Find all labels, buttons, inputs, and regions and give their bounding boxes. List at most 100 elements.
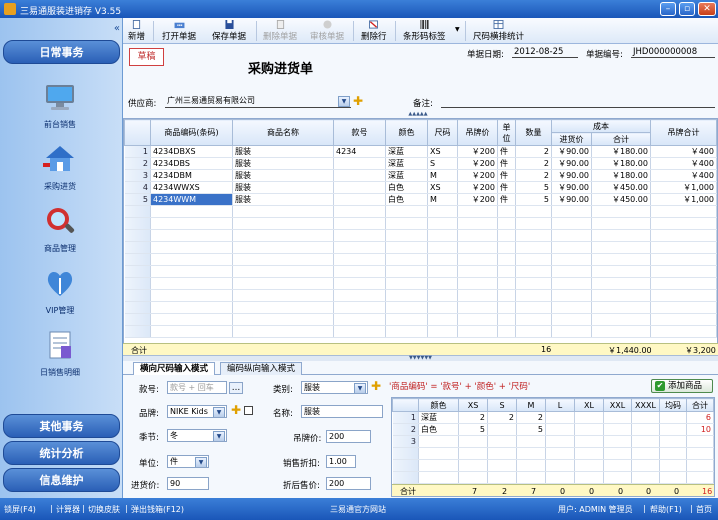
cell-tagsum[interactable]: ￥1,000 — [650, 193, 717, 206]
cell-qty[interactable]: 5 — [515, 193, 552, 206]
cell-style[interactable] — [333, 169, 386, 182]
cell-size-qty[interactable]: 2 — [516, 411, 546, 424]
chevron-down-icon[interactable]: ▼ — [213, 407, 225, 417]
cell-size-qty[interactable] — [458, 435, 488, 448]
chevron-down-icon[interactable]: ▼ — [213, 431, 225, 441]
cell-size-qty[interactable]: 2 — [487, 411, 517, 424]
delete-doc-button[interactable]: 删除单据 — [261, 20, 299, 42]
row-number[interactable]: 1 — [392, 411, 419, 424]
cell-qty[interactable]: 2 — [515, 145, 552, 158]
cell-color[interactable]: 深蓝 — [418, 411, 459, 424]
table-row[interactable]: 3 4234DBM 服装 深蓝 M ￥200 件 2 ￥90.00 ￥180.00 ￥400 — [124, 169, 717, 182]
maximize-button[interactable]: ▫ — [679, 2, 695, 16]
discount-input[interactable]: 1.00 — [326, 455, 356, 468]
cell-size-qty[interactable] — [659, 423, 687, 436]
cell-code[interactable]: 4234DBS — [150, 157, 233, 170]
row-number[interactable]: 5 — [124, 193, 151, 206]
table-row[interactable]: 4 4234WWXS 服装 白色 XS ￥200 件 5 ￥90.00 ￥450.00 ￥1,000 — [124, 181, 717, 194]
column-header[interactable]: 进货价 — [551, 132, 592, 146]
size-stats-button[interactable]: 尺码横排统计 — [471, 20, 526, 42]
cell-qty[interactable]: 2 — [515, 169, 552, 182]
style-input[interactable]: 款号 + 回车 — [167, 381, 227, 394]
sidebar-item-pos[interactable]: 前台销售 — [10, 80, 110, 130]
cell-qty[interactable]: 2 — [515, 157, 552, 170]
column-header[interactable]: M — [516, 398, 546, 412]
cell-size-qty[interactable] — [686, 435, 714, 448]
cell-sum[interactable]: ￥180.00 — [591, 157, 651, 170]
column-header[interactable]: S — [487, 398, 517, 412]
cell-price[interactable]: ￥90.00 — [551, 157, 592, 170]
brand-checkbox[interactable] — [244, 406, 253, 415]
cell-style[interactable] — [333, 181, 386, 194]
column-header[interactable]: XS — [458, 398, 488, 412]
cell-size-qty[interactable] — [516, 435, 546, 448]
cell-size-qty[interactable] — [574, 435, 604, 448]
tab-horizontal[interactable]: 横向尺码输入模式 — [133, 362, 216, 376]
sidebar-header-info[interactable]: 信息维护 — [3, 468, 120, 492]
cell-color[interactable]: 深蓝 — [385, 169, 428, 182]
official-site-link[interactable]: 三易通官方网站 — [330, 504, 386, 515]
cell-tag[interactable]: ￥200 — [457, 181, 498, 194]
column-header[interactable]: 尺码 — [427, 119, 458, 146]
cell-code[interactable]: 4234WWM — [150, 193, 233, 206]
goods-name-input[interactable]: 服装 — [301, 405, 383, 418]
sidebar-header-stats[interactable]: 统计分析 — [3, 441, 120, 465]
cell-unit[interactable]: 件 — [497, 145, 516, 158]
cell-color[interactable]: 白色 — [385, 193, 428, 206]
cell-name[interactable]: 服装 — [232, 181, 334, 194]
cell-size-qty[interactable]: 10 — [686, 423, 714, 436]
column-header[interactable]: 款号 — [333, 119, 386, 146]
table-row[interactable]: 2 4234DBS 服装 深蓝 S ￥200 件 2 ￥90.00 ￥180.00 ￥400 — [124, 157, 717, 170]
cell-sum[interactable]: ￥450.00 — [591, 193, 651, 206]
column-header[interactable]: L — [545, 398, 575, 412]
cell-unit[interactable]: 件 — [497, 157, 516, 170]
lock-screen-link[interactable]: 锁屏(F4) — [4, 504, 36, 515]
cell-name[interactable]: 服装 — [232, 169, 334, 182]
cell-size-qty[interactable]: 6 — [686, 411, 714, 424]
save-button[interactable]: 保存单据 — [210, 20, 248, 42]
tag-price-input[interactable]: 200 — [326, 430, 371, 443]
add-supplier-icon[interactable]: ✚ — [353, 94, 363, 108]
season-select[interactable]: 冬 ▼ — [167, 429, 227, 442]
cell-size-qty[interactable] — [545, 411, 575, 424]
row-number[interactable]: 1 — [124, 145, 151, 158]
table-row[interactable]: 1 深蓝 2 2 2 6 — [392, 411, 714, 424]
column-header[interactable]: 商品编码(条码) — [150, 119, 233, 146]
column-header[interactable]: XL — [574, 398, 604, 412]
new-button[interactable]: 新增 — [126, 20, 147, 42]
barcode-dropdown-icon[interactable]: ▼ — [455, 26, 460, 33]
row-number[interactable]: 2 — [392, 423, 419, 436]
cell-tagsum[interactable]: ￥400 — [650, 157, 717, 170]
minimize-button[interactable]: – — [660, 2, 676, 16]
cell-size-qty[interactable] — [631, 435, 660, 448]
row-number[interactable]: 2 — [124, 157, 151, 170]
row-number[interactable]: 3 — [392, 435, 419, 448]
cell-code[interactable]: 4234WWXS — [150, 181, 233, 194]
cell-size-qty[interactable]: 5 — [516, 423, 546, 436]
column-header[interactable]: 单位 — [497, 119, 516, 146]
cell-name[interactable]: 服装 — [232, 193, 334, 206]
column-header[interactable]: 颜色 — [385, 119, 428, 146]
sidebar-header-daily[interactable]: 日常事务 — [3, 40, 120, 64]
cell-name[interactable]: 服装 — [232, 145, 334, 158]
column-header[interactable]: 吊牌价 — [457, 119, 498, 146]
brand-select[interactable]: NIKE Kids ▼ — [167, 405, 227, 418]
column-header[interactable]: 吊牌合计 — [650, 119, 717, 146]
add-category-icon[interactable]: ✚ — [371, 379, 381, 393]
category-select[interactable]: 服装 ▼ — [301, 381, 368, 394]
cell-tagsum[interactable]: ￥400 — [650, 145, 717, 158]
cell-size-qty[interactable] — [545, 423, 575, 436]
chevron-down-icon[interactable]: ▼ — [195, 457, 207, 467]
cell-size-qty[interactable] — [659, 435, 687, 448]
cell-unit[interactable]: 件 — [497, 169, 516, 182]
cell-price[interactable]: ￥90.00 — [551, 193, 592, 206]
column-header[interactable]: 颜色 — [418, 398, 459, 412]
chevron-down-icon[interactable]: ▼ — [354, 383, 366, 393]
sidebar-item-goods[interactable]: 商品管理 — [10, 204, 110, 254]
cell-size-qty[interactable] — [603, 435, 632, 448]
splitter-handle[interactable]: ▲▲▲▲▲ — [383, 112, 453, 117]
cell-sum[interactable]: ￥450.00 — [591, 181, 651, 194]
cell-color[interactable]: 深蓝 — [385, 157, 428, 170]
cell-code[interactable]: 4234DBM — [150, 169, 233, 182]
switch-skin-link[interactable]: 切换皮肤 — [88, 504, 120, 515]
